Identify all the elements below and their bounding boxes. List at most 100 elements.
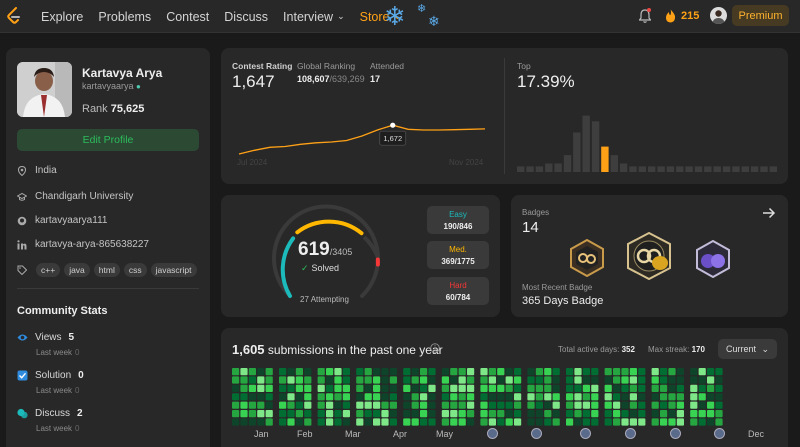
heatmap-cell[interactable] [373, 376, 381, 384]
heatmap-cell[interactable] [604, 418, 612, 426]
heatmap-cell[interactable] [613, 410, 621, 418]
year-select[interactable]: Current ⌄ [718, 339, 777, 359]
heatmap-cell[interactable] [248, 376, 256, 384]
heatmap-cell[interactable] [467, 393, 475, 401]
heatmap-cell[interactable] [574, 368, 582, 376]
heatmap-cell[interactable] [467, 376, 475, 384]
submission-heatmap[interactable] [232, 368, 778, 426]
heatmap-cell[interactable] [342, 376, 350, 384]
heatmap-cell[interactable] [304, 410, 312, 418]
heatmap-cell[interactable] [420, 401, 428, 409]
heatmap-cell[interactable] [334, 401, 342, 409]
rating-highlight-point[interactable] [390, 122, 396, 128]
heatmap-cell[interactable] [334, 384, 342, 392]
heatmap-cell[interactable] [411, 384, 419, 392]
heatmap-cell[interactable] [651, 368, 659, 376]
heatmap-cell[interactable] [356, 376, 364, 384]
heatmap-cell[interactable] [527, 376, 535, 384]
rating-histogram[interactable] [517, 110, 779, 172]
heatmap-cell[interactable] [257, 401, 265, 409]
heatmap-cell[interactable] [458, 401, 466, 409]
heatmap-cell[interactable] [304, 401, 312, 409]
heatmap-cell[interactable] [265, 418, 273, 426]
skill-tag[interactable]: javascript [150, 263, 197, 277]
monthly-badge-icon[interactable] [531, 428, 542, 439]
heatmap-cell[interactable] [604, 368, 612, 376]
heatmap-cell[interactable] [698, 401, 706, 409]
heatmap-cell[interactable] [334, 418, 342, 426]
heatmap-cell[interactable] [535, 418, 543, 426]
heatmap-cell[interactable] [676, 376, 684, 384]
heatmap-cell[interactable] [638, 393, 646, 401]
heatmap-cell[interactable] [566, 401, 574, 409]
histogram-bar[interactable] [554, 163, 562, 173]
heatmap-cell[interactable] [257, 418, 265, 426]
heatmap-cell[interactable] [334, 393, 342, 401]
heatmap-cell[interactable] [467, 418, 475, 426]
monthly-badge-icon[interactable] [580, 428, 591, 439]
heatmap-cell[interactable] [514, 393, 522, 401]
heatmap-cell[interactable] [651, 418, 659, 426]
heatmap-cell[interactable] [535, 401, 543, 409]
heatmap-cell[interactable] [604, 384, 612, 392]
heatmap-cell[interactable] [698, 368, 706, 376]
nav-interview[interactable]: Interview ⌄ [283, 10, 345, 24]
heatmap-cell[interactable] [660, 410, 668, 418]
heatmap-cell[interactable] [715, 401, 723, 409]
heatmap-cell[interactable] [467, 368, 475, 376]
heatmap-cell[interactable] [574, 393, 582, 401]
heatmap-cell[interactable] [334, 376, 342, 384]
heatmap-cell[interactable] [629, 393, 637, 401]
heatmap-cell[interactable] [326, 418, 334, 426]
heatmap-cell[interactable] [698, 418, 706, 426]
heatmap-cell[interactable] [265, 401, 273, 409]
heatmap-cell[interactable] [441, 384, 449, 392]
linkedin-row[interactable]: kartavya-arya-865638227 [17, 239, 149, 250]
heatmap-cell[interactable] [613, 401, 621, 409]
heatmap-cell[interactable] [317, 410, 325, 418]
avatar[interactable] [17, 62, 72, 117]
heatmap-cell[interactable] [403, 376, 411, 384]
heatmap-cell[interactable] [582, 410, 590, 418]
heatmap-cell[interactable] [621, 410, 629, 418]
heatmap-cell[interactable] [389, 368, 397, 376]
heatmap-cell[interactable] [715, 384, 723, 392]
heatmap-cell[interactable] [566, 384, 574, 392]
heatmap-cell[interactable] [676, 384, 684, 392]
heatmap-cell[interactable] [514, 376, 522, 384]
heatmap-cell[interactable] [668, 410, 676, 418]
heatmap-cell[interactable] [668, 418, 676, 426]
heatmap-cell[interactable] [240, 393, 248, 401]
heatmap-cell[interactable] [591, 368, 599, 376]
skill-tag[interactable]: html [93, 263, 120, 277]
heatmap-cell[interactable] [660, 393, 668, 401]
heatmap-cell[interactable] [676, 368, 684, 376]
heatmap-cell[interactable] [450, 376, 458, 384]
heatmap-cell[interactable] [232, 376, 240, 384]
histogram-bar[interactable] [666, 166, 675, 172]
heatmap-cell[interactable] [364, 384, 372, 392]
heatmap-cell[interactable] [544, 384, 552, 392]
heatmap-cell[interactable] [304, 384, 312, 392]
heatmap-cell[interactable] [279, 401, 287, 409]
heatmap-cell[interactable] [428, 393, 436, 401]
heatmap-cell[interactable] [505, 368, 513, 376]
heatmap-cell[interactable] [488, 393, 496, 401]
heatmap-cell[interactable] [287, 401, 295, 409]
heatmap-cell[interactable] [527, 418, 535, 426]
heatmap-cell[interactable] [715, 393, 723, 401]
heatmap-cell[interactable] [527, 410, 535, 418]
heatmap-cell[interactable] [304, 418, 312, 426]
heatmap-cell[interactable] [317, 401, 325, 409]
medium-stat[interactable]: Med. 369/1775 [427, 241, 489, 269]
heatmap-cell[interactable] [488, 376, 496, 384]
heatmap-cell[interactable] [535, 410, 543, 418]
heatmap-cell[interactable] [411, 410, 419, 418]
heatmap-cell[interactable] [373, 401, 381, 409]
heatmap-cell[interactable] [441, 376, 449, 384]
heatmap-cell[interactable] [232, 368, 240, 376]
heatmap-cell[interactable] [651, 376, 659, 384]
heatmap-cell[interactable] [381, 376, 389, 384]
heatmap-cell[interactable] [356, 401, 364, 409]
heatmap-cell[interactable] [428, 384, 436, 392]
